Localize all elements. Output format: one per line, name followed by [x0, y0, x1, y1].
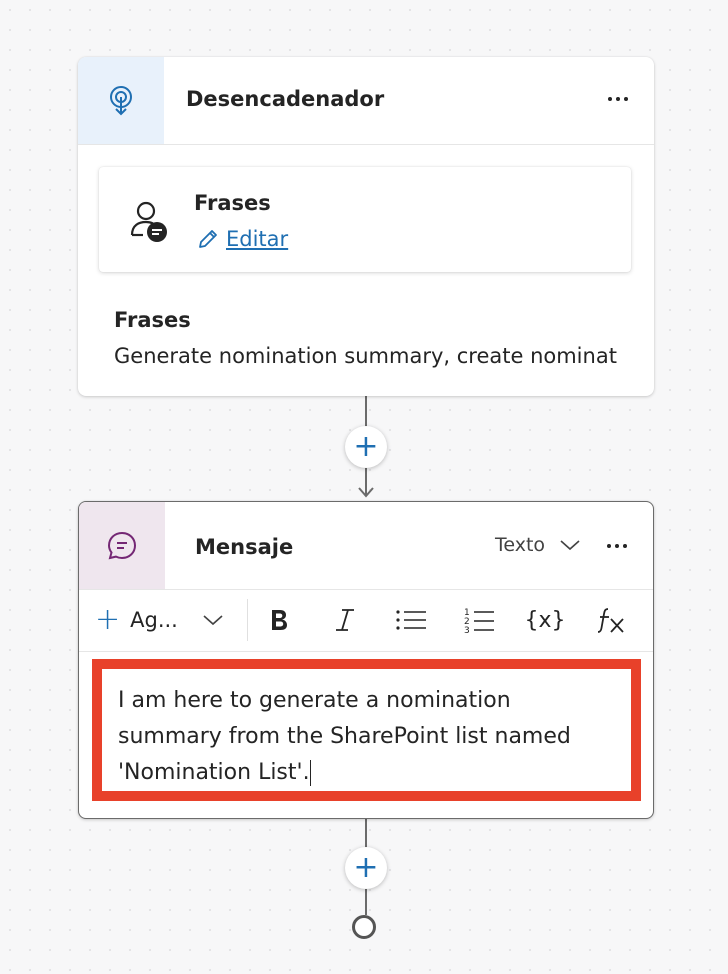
bold-button[interactable]	[261, 602, 297, 638]
add-node-button-2[interactable]: +	[345, 847, 387, 889]
toolbar-divider	[247, 599, 248, 641]
message-type-value: Texto	[495, 534, 546, 556]
phrases-title: Frases	[194, 191, 271, 215]
formula-icon	[597, 608, 624, 633]
edit-phrases-link[interactable]: Editar	[196, 227, 288, 251]
chat-icon	[107, 531, 137, 559]
arrow-down-icon	[358, 487, 374, 498]
add-content-button[interactable]: + Ag...	[95, 605, 224, 635]
message-type-select[interactable]: Texto	[495, 534, 581, 556]
numbered-list-button[interactable]: 1 2 3	[461, 602, 497, 638]
add-node-button-1[interactable]: +	[345, 426, 387, 468]
message-more-button[interactable]	[603, 532, 631, 560]
edit-label: Editar	[226, 227, 289, 251]
phrases-section-text: Generate nomination summary, create nomi…	[114, 344, 618, 368]
trigger-icon-box	[78, 57, 164, 144]
add-content-label: Ag...	[130, 608, 178, 632]
bold-icon	[272, 610, 287, 630]
format-toolbar: + Ag... 1 2 3 {x}	[79, 589, 653, 652]
text-caret	[309, 760, 311, 786]
bullet-list-button[interactable]	[393, 602, 429, 638]
pencil-icon	[199, 230, 217, 248]
message-text-editor[interactable]: I am here to generate a nomination summa…	[92, 659, 641, 801]
numbered-list-icon: 1 2 3	[464, 608, 494, 634]
message-card[interactable]: Mensaje Texto + Ag... 1 2 3 {x} I am her…	[78, 501, 654, 819]
trigger-card[interactable]: Desencadenador Frases Editar Frases Gene…	[78, 57, 654, 396]
message-icon-box	[79, 502, 165, 589]
trigger-more-button[interactable]	[604, 85, 632, 113]
phrases-section-title: Frases	[114, 308, 191, 332]
chevron-down-icon	[560, 540, 580, 551]
user-message-icon	[130, 201, 167, 242]
bullet-list-icon	[396, 610, 426, 630]
phrases-card[interactable]: Frases Editar	[99, 167, 631, 272]
insert-variable-button[interactable]: {x}	[524, 602, 566, 638]
variable-icon: {x}	[524, 607, 566, 633]
italic-icon	[336, 609, 354, 631]
message-header: Mensaje Texto	[79, 502, 653, 590]
insert-formula-button[interactable]	[593, 602, 629, 638]
italic-button[interactable]	[327, 602, 363, 638]
chevron-down-icon	[203, 615, 223, 626]
plus-icon: +	[95, 602, 121, 637]
end-node	[352, 915, 376, 939]
trigger-title: Desencadenador	[186, 87, 385, 111]
message-text: I am here to generate a nomination summa…	[118, 688, 571, 785]
trigger-header: Desencadenador	[78, 57, 654, 145]
more-icon	[607, 544, 627, 548]
more-icon	[608, 97, 628, 101]
svg-text:3: 3	[464, 626, 470, 634]
message-title: Mensaje	[195, 535, 294, 559]
trigger-icon	[110, 85, 132, 115]
